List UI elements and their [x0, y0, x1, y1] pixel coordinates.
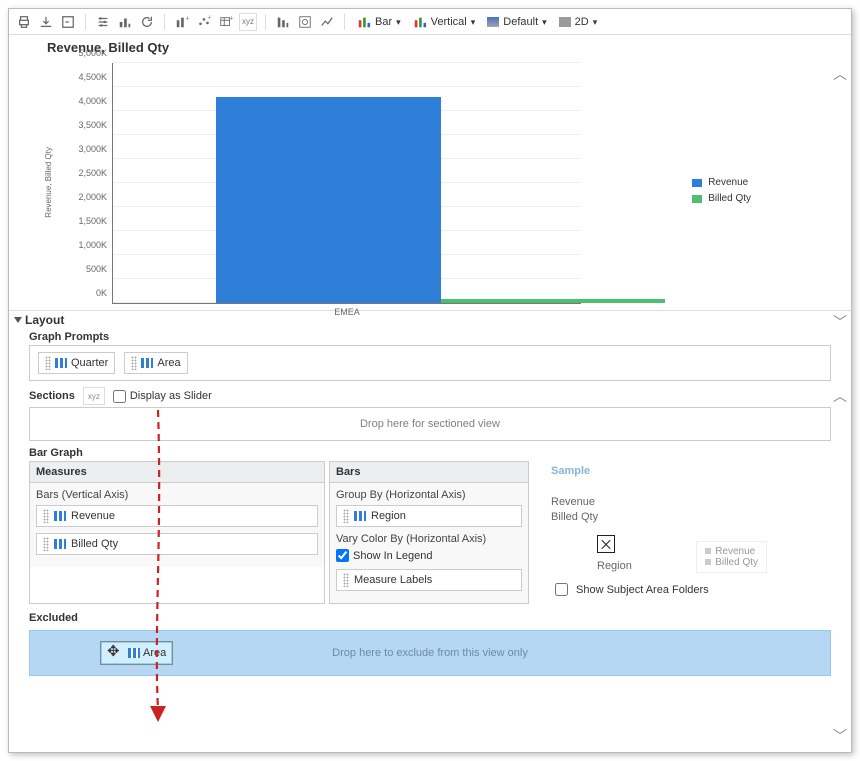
bar-add-icon[interactable]: + [173, 13, 191, 31]
drag-arrow-annotation [148, 410, 174, 726]
column-icon [354, 511, 366, 521]
y-tick: 1,000K [78, 240, 113, 250]
y-tick: 4,000K [78, 96, 113, 106]
checkbox-label: Display as Slider [130, 390, 212, 402]
graph-dim-dropdown[interactable]: 2D [555, 16, 602, 28]
scroll-up-icon[interactable]: ︿ [831, 386, 849, 406]
scatter-add-icon[interactable]: + [195, 13, 213, 31]
prompt-pill-quarter[interactable]: Quarter [38, 352, 115, 374]
y-tick: 2,000K [78, 192, 113, 202]
editor-toolbar: + + + xyz Bar Vertical Default 2D [9, 9, 851, 35]
measures-sub: Bars (Vertical Axis) [36, 489, 318, 501]
scroll-up-icon[interactable]: ︿ [831, 64, 849, 84]
svg-text:+: + [230, 15, 234, 22]
column-icon [128, 648, 140, 658]
drag-handle-icon [43, 537, 49, 551]
chart-canvas: 0K 500K 1,000K 1,500K 2,000K 2,500K 3,00… [57, 55, 821, 310]
drag-handle-icon [131, 356, 137, 370]
graph-style-label: Default [503, 16, 538, 28]
svg-text:+: + [186, 15, 190, 22]
graph-prompts-label: Graph Prompts [29, 331, 831, 343]
slot-label: Billed Qty [71, 538, 118, 550]
chart-legend: Revenue Billed Qty [692, 175, 751, 207]
show-in-legend-checkbox[interactable]: Show In Legend [336, 549, 433, 562]
slot-label: Measure Labels [354, 574, 432, 586]
plot-area: 0K 500K 1,000K 1,500K 2,000K 2,500K 3,00… [112, 63, 581, 304]
prompt-pill-area[interactable]: Area [124, 352, 187, 374]
scroll-down-icon[interactable]: ﹀ [831, 312, 849, 332]
column-icon [55, 358, 67, 368]
table-add-icon[interactable]: + [217, 13, 235, 31]
chart-title: Revenue, Billed Qty [9, 36, 851, 55]
legend-label: Revenue [708, 175, 748, 191]
pill-label: Area [157, 357, 180, 369]
y-axis-label: Revenue, Billed Qty [44, 147, 53, 218]
y-tick: 3,500K [78, 120, 113, 130]
sample-placeholder-icon [597, 535, 615, 553]
move-cursor-icon [107, 644, 125, 662]
drag-handle-icon [343, 573, 349, 587]
measure-slot-revenue[interactable]: Revenue [36, 505, 318, 527]
scroll-down-icon[interactable]: ﹀ [831, 726, 849, 746]
y-tick: 500K [86, 264, 113, 274]
graph-style-dropdown[interactable]: Default [483, 16, 550, 28]
trend-icon[interactable] [318, 13, 336, 31]
column-icon [141, 358, 153, 368]
controls-icon[interactable] [94, 13, 112, 31]
refresh-icon[interactable] [138, 13, 156, 31]
measure-slot-billed[interactable]: Billed Qty [36, 533, 318, 555]
column-icon [54, 511, 66, 521]
chart-icon[interactable] [116, 13, 134, 31]
sample-billed: Billed Qty [551, 510, 769, 525]
measure-labels-slot[interactable]: Measure Labels [336, 569, 522, 591]
graph-prompts-dropzone[interactable]: Quarter Area [29, 345, 831, 381]
display-as-slider-checkbox[interactable]: Display as Slider [113, 390, 212, 403]
sample-title: Sample [551, 465, 769, 477]
graph-orient-dropdown[interactable]: Vertical [409, 15, 480, 29]
content-area: Revenue, Billed Qty Revenue, Billed Qty … [9, 36, 851, 752]
groupby-sub: Group By (Horizontal Axis) [336, 489, 522, 501]
svg-text:+: + [208, 15, 212, 21]
bar-billed-qty [441, 299, 666, 303]
y-tick: 0K [96, 288, 113, 298]
y-tick: 4,500K [78, 72, 113, 82]
pill-label: Quarter [71, 357, 108, 369]
layout-section-title: Layout [25, 313, 64, 327]
checkbox-label: Show In Legend [353, 550, 433, 562]
y-tick: 1,500K [78, 216, 113, 226]
print-icon[interactable] [15, 13, 33, 31]
bar-revenue [216, 97, 441, 303]
xyz-icon[interactable]: xyz [83, 387, 105, 405]
measures-panel-title: Measures [30, 462, 324, 483]
graph-type-label: Bar [375, 16, 392, 28]
y-tick: 5,000K [78, 48, 113, 58]
groupby-slot-region[interactable]: Region [336, 505, 522, 527]
column-icon [54, 539, 66, 549]
slot-label: Region [371, 510, 406, 522]
checkbox-label: Show Subject Area Folders [576, 584, 709, 596]
target-icon[interactable] [296, 13, 314, 31]
graph-dim-label: 2D [575, 16, 589, 28]
bars-panel-title: Bars [330, 462, 528, 483]
drag-handle-icon [43, 509, 49, 523]
varycolor-sub: Vary Color By (Horizontal Axis) [336, 533, 522, 545]
slot-label: Revenue [71, 510, 115, 522]
y-tick: 3,000K [78, 144, 113, 154]
export-icon[interactable] [37, 13, 55, 31]
x-category-label: EMEA [334, 303, 360, 317]
disclosure-icon[interactable] [14, 317, 22, 323]
graph-type-dropdown[interactable]: Bar [353, 15, 405, 29]
drag-handle-icon [45, 356, 51, 370]
legend-label: Billed Qty [708, 191, 751, 207]
sections-label: Sections [29, 390, 75, 402]
graph-orient-label: Vertical [431, 16, 467, 28]
drag-handle-icon [343, 509, 349, 523]
edit-icon[interactable] [59, 13, 77, 31]
show-subject-folders-checkbox[interactable]: Show Subject Area Folders [551, 580, 769, 599]
sample-revenue: Revenue [551, 495, 769, 510]
sample-legend: Revenue Billed Qty [696, 541, 767, 573]
bars-toggle-icon[interactable] [274, 13, 292, 31]
xyz-icon[interactable]: xyz [239, 13, 257, 31]
y-tick: 2,500K [78, 168, 113, 178]
